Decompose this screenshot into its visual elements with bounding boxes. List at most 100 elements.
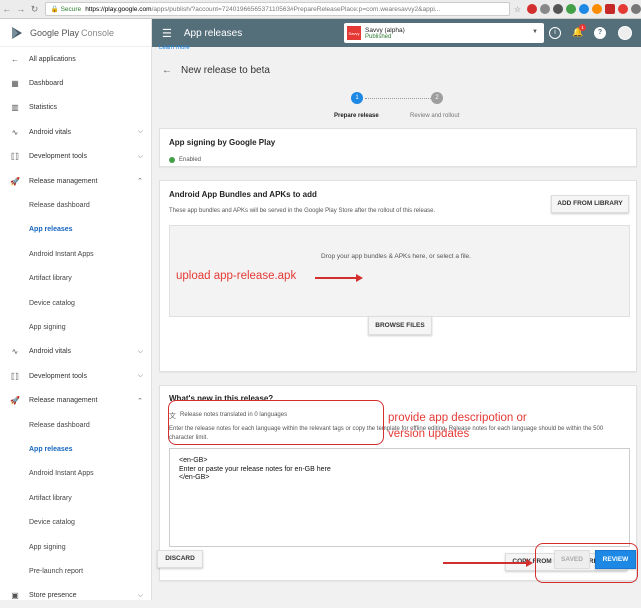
- step-1-label: Prepare release: [334, 113, 379, 119]
- discard-button[interactable]: DISCARD: [157, 550, 203, 568]
- sidebar-item-app-releases[interactable]: App releases: [0, 218, 151, 242]
- main-content: Learn more ← New release to beta 1 2 Pre…: [152, 45, 641, 600]
- sidebar: Google Play Console ← All applications ▦ D…: [0, 19, 152, 600]
- rocket-icon: 🚀: [10, 396, 20, 406]
- step-connector: [365, 98, 431, 99]
- extension-icon[interactable]: [592, 4, 602, 14]
- sidebar-item-release-management[interactable]: 🚀 Release management ⌃: [0, 388, 151, 412]
- url-path: /apps/publish/?account=72401966565371105…: [151, 5, 441, 13]
- add-from-library-button[interactable]: ADD FROM LIBRARY: [551, 195, 629, 213]
- drop-hint: Drop your app bundles & APKs here, or se…: [321, 253, 471, 260]
- describe-annotation-line2: version updates: [388, 428, 470, 440]
- step-2-indicator: 2: [431, 92, 443, 104]
- sidebar-item-all-applications[interactable]: ← All applications: [0, 47, 151, 71]
- sidebar-item-android-vitals[interactable]: ∿ Android vitals ⌵: [0, 340, 151, 364]
- extension-icon[interactable]: [566, 4, 576, 14]
- sidebar-item-release-dashboard[interactable]: Release dashboard: [0, 413, 151, 437]
- sidebar-item-device-catalog[interactable]: Device catalog: [0, 510, 151, 534]
- upload-annotation: upload app-release.apk: [176, 270, 297, 282]
- learn-more-link[interactable]: Learn more: [159, 45, 190, 51]
- statistics-icon: ▥: [11, 103, 19, 113]
- brand-logo[interactable]: Google Play Console: [0, 19, 151, 47]
- app-selector[interactable]: Savvy Savvy (alpha) Published ▼: [344, 23, 544, 43]
- chevron-down-icon: ⌵: [137, 152, 143, 160]
- review-highlight: [535, 543, 638, 583]
- chevron-down-icon: ⌵: [137, 591, 143, 599]
- sidebar-item-app-releases[interactable]: App releases: [0, 437, 151, 461]
- lock-icon: 🔒: [50, 6, 59, 13]
- upload-arrow: [315, 277, 357, 279]
- describe-annotation-line1: provide app descripotion or: [388, 412, 527, 424]
- brand-suffix: Console: [81, 27, 115, 38]
- sidebar-item-app-signing[interactable]: App signing: [0, 315, 151, 339]
- bundles-description: These app bundles and APKs will be serve…: [169, 208, 436, 214]
- star-icon[interactable]: ☆: [514, 5, 521, 14]
- dropdown-arrow-icon: ▼: [532, 29, 538, 35]
- browser-toolbar: ← → ↻ 🔒 Secure https://play.google.com /…: [0, 0, 641, 19]
- extension-icon[interactable]: [631, 4, 641, 14]
- sidebar-item-development-tools[interactable]: ⟦⟧ Development tools ⌵: [0, 145, 151, 169]
- bundles-title: Android App Bundles and APKs to add: [169, 190, 317, 199]
- review-arrow-head: [526, 559, 533, 567]
- extension-icon[interactable]: [540, 4, 550, 14]
- app-signing-card: App signing by Google Play Enabled: [159, 128, 637, 167]
- dashboard-icon: ▦: [11, 79, 19, 89]
- review-arrow: [443, 562, 527, 564]
- extension-icon[interactable]: [618, 4, 628, 14]
- release-notes-highlight: [168, 400, 384, 445]
- notification-badge: 1: [579, 24, 586, 31]
- sidebar-item-statistics[interactable]: ▥ Statistics: [0, 96, 151, 120]
- sidebar-item-development-tools[interactable]: ⟦⟧ Development tools ⌵: [0, 364, 151, 388]
- back-icon[interactable]: ←: [0, 4, 14, 14]
- reload-icon[interactable]: ↻: [28, 4, 42, 15]
- app-icon: Savvy: [347, 26, 361, 40]
- url-bar[interactable]: 🔒 Secure https://play.google.com /apps/p…: [45, 2, 510, 16]
- brand-name: Google Play: [30, 27, 80, 38]
- sidebar-item-release-dashboard[interactable]: Release dashboard: [0, 193, 151, 217]
- sidebar-item-artifact-library[interactable]: Artifact library: [0, 486, 151, 510]
- google-play-logo-icon: [12, 26, 22, 39]
- sidebar-item-android-instant-apps[interactable]: Android Instant Apps: [0, 242, 151, 266]
- extension-icon[interactable]: [579, 4, 589, 14]
- chevron-up-icon: ⌃: [137, 178, 143, 186]
- menu-icon[interactable]: ☰: [162, 27, 172, 40]
- page-section-title: App releases: [183, 27, 243, 39]
- chevron-down-icon: ⌵: [137, 128, 143, 136]
- step-1-indicator: 1: [351, 92, 363, 104]
- info-icon[interactable]: i: [549, 27, 561, 39]
- chevron-down-icon: ⌵: [137, 372, 143, 380]
- extension-icon[interactable]: [605, 4, 615, 14]
- page-title: New release to beta: [181, 65, 270, 76]
- sidebar-item-release-management[interactable]: 🚀 Release management ⌃: [0, 169, 151, 193]
- sidebar-item-pre-launch-report[interactable]: Pre-launch report: [0, 559, 151, 583]
- check-icon: [169, 157, 175, 163]
- extension-icon[interactable]: [553, 4, 563, 14]
- extension-icon[interactable]: [527, 4, 537, 14]
- sidebar-item-app-signing[interactable]: App signing: [0, 535, 151, 559]
- upload-arrow-head: [356, 274, 363, 282]
- sidebar-item-store-presence[interactable]: ▣ Store presence ⌵: [0, 584, 151, 608]
- chevron-down-icon: ⌵: [137, 347, 143, 355]
- page-header: ← New release to beta: [162, 65, 270, 76]
- release-notes-text: <en-GB> Enter or paste your release note…: [179, 457, 331, 481]
- app-signing-title: App signing by Google Play: [169, 138, 276, 147]
- avatar[interactable]: [618, 26, 632, 40]
- help-icon[interactable]: ?: [594, 27, 606, 39]
- back-arrow-icon[interactable]: ←: [162, 65, 172, 76]
- sidebar-item-dashboard[interactable]: ▦ Dashboard: [0, 71, 151, 95]
- sidebar-item-artifact-library[interactable]: Artifact library: [0, 267, 151, 291]
- vitals-icon: ∿: [11, 127, 19, 137]
- extensions: [527, 4, 641, 14]
- sidebar-item-device-catalog[interactable]: Device catalog: [0, 291, 151, 315]
- app-signing-status: Enabled: [179, 157, 202, 163]
- forward-icon[interactable]: →: [14, 4, 28, 14]
- browse-files-button[interactable]: BROWSE FILES: [368, 316, 432, 335]
- arrow-left-icon: ←: [11, 54, 19, 64]
- devtools-icon: ⟦⟧: [11, 371, 19, 381]
- sidebar-item-android-instant-apps[interactable]: Android Instant Apps: [0, 462, 151, 486]
- devtools-icon: ⟦⟧: [11, 152, 19, 162]
- app-name: Savvy (alpha): [365, 26, 405, 34]
- vitals-icon: ∿: [11, 347, 19, 357]
- release-notes-field[interactable]: <en-GB> Enter or paste your release note…: [169, 448, 630, 547]
- sidebar-item-android-vitals[interactable]: ∿ Android vitals ⌵: [0, 120, 151, 144]
